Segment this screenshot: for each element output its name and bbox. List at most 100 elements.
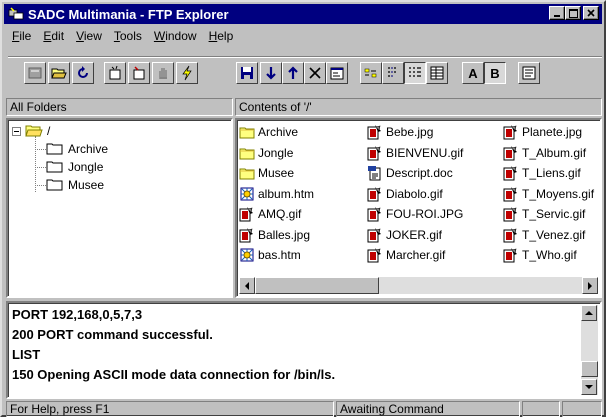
file-item[interactable]: T_Album.gif	[503, 144, 586, 162]
ascii-mode-button[interactable]: A	[462, 62, 484, 84]
tree-item-jongle[interactable]: Jongle	[46, 158, 103, 176]
file-item[interactable]: FOU-ROI.JPG	[367, 205, 463, 223]
file-name: AMQ.gif	[258, 207, 302, 221]
menu-bar: File Edit View Tools Window Help	[6, 27, 239, 45]
menu-edit[interactable]: Edit	[37, 29, 70, 43]
menu-file-rest: ile	[19, 29, 32, 43]
image-file-icon	[503, 124, 522, 140]
file-item[interactable]: T_Who.gif	[503, 246, 577, 264]
download-button[interactable]	[260, 62, 282, 84]
tree-connector	[35, 185, 46, 186]
connect-button[interactable]	[24, 62, 46, 84]
collapse-toggle[interactable]	[12, 126, 21, 136]
small-icons-button[interactable]	[382, 62, 404, 84]
arrow-up-icon	[288, 66, 298, 79]
image-file-icon	[367, 124, 386, 140]
menu-view[interactable]: View	[70, 29, 108, 43]
tree-root[interactable]: /	[12, 122, 50, 140]
title-bar[interactable]: SADC Multimania - FTP Explorer	[4, 4, 602, 24]
binary-mode-button[interactable]: B	[484, 62, 506, 84]
scroll-up-button[interactable]	[581, 305, 597, 321]
tree-item-label: Archive	[68, 142, 109, 156]
file-item[interactable]: Archive	[239, 123, 298, 141]
file-item[interactable]: Marcher.gif	[367, 246, 445, 264]
menu-window[interactable]: Window	[148, 29, 203, 43]
file-item[interactable]: Descript.doc	[367, 164, 453, 182]
large-icons-button[interactable]	[360, 62, 382, 84]
delete-button[interactable]	[304, 62, 326, 84]
horizontal-scrollbar[interactable]	[239, 277, 598, 294]
image-file-icon	[367, 247, 386, 263]
image-file-icon	[367, 206, 386, 222]
lightning-icon	[182, 65, 192, 81]
toolbar-divider	[8, 56, 602, 58]
upload-button[interactable]	[282, 62, 304, 84]
vertical-scrollbar[interactable]	[581, 305, 598, 395]
list-view-button[interactable]	[404, 62, 426, 84]
file-name: Marcher.gif	[386, 248, 446, 262]
file-item[interactable]: BIENVENU.gif	[367, 144, 463, 162]
file-item[interactable]: T_Servic.gif	[503, 205, 585, 223]
document-file-icon	[367, 165, 386, 181]
folder-icon	[46, 143, 63, 155]
menu-tools[interactable]: Tools	[108, 29, 148, 43]
file-item[interactable]: Bebe.jpg	[367, 123, 433, 141]
scroll-left-button[interactable]	[239, 277, 255, 294]
file-name: Diabolo.gif	[386, 186, 443, 201]
folders-header: All Folders	[6, 98, 233, 116]
refresh-button[interactable]	[72, 62, 94, 84]
file-item[interactable]: Jongle	[239, 144, 293, 162]
properties-button[interactable]	[326, 62, 348, 84]
file-item[interactable]: Planete.jpg	[503, 123, 582, 141]
window-title: SADC Multimania - FTP Explorer	[28, 6, 229, 22]
file-item[interactable]: Balles.jpg	[239, 226, 310, 244]
folder-tree[interactable]: / Archive Jongle Musee	[6, 118, 233, 298]
details-view-button[interactable]	[426, 62, 448, 84]
menu-help[interactable]: Help	[203, 29, 240, 43]
file-list[interactable]: Archive Jongle Musee album.htm AMQ.gif Balles…	[235, 118, 602, 298]
file-item[interactable]: bas.htm	[239, 246, 301, 264]
file-item[interactable]: T_Moyens.gif	[503, 185, 594, 203]
list-view-icon	[409, 67, 421, 77]
vertical-scroll-thumb[interactable]	[581, 361, 598, 377]
file-item[interactable]: AMQ.gif	[239, 205, 301, 223]
tree-root-label: /	[47, 124, 51, 138]
file-item[interactable]: Diabolo.gif	[367, 185, 443, 203]
scroll-right-button[interactable]	[582, 277, 598, 294]
log-window-button[interactable]	[518, 62, 540, 84]
maximize-button[interactable]	[565, 6, 581, 20]
command-log[interactable]: PORT 192,168,0,5,7,3 200 PORT command su…	[6, 301, 602, 399]
file-item[interactable]: T_Liens.gif	[503, 164, 581, 182]
open-folder-button[interactable]	[48, 62, 70, 84]
file-item[interactable]: album.htm	[239, 185, 314, 203]
close-button[interactable]	[583, 6, 599, 20]
folder-icon	[239, 165, 258, 181]
file-item[interactable]: T_Venez.gif	[503, 226, 585, 244]
minimize-button[interactable]	[549, 6, 565, 20]
file-item[interactable]: Musee	[239, 164, 294, 182]
tree-connector	[35, 136, 36, 192]
image-file-icon	[503, 247, 522, 263]
file-name: Balles.jpg	[258, 227, 311, 242]
connect-icon	[28, 67, 42, 79]
tree-item-musee[interactable]: Musee	[46, 176, 104, 194]
new-folder-button[interactable]	[104, 62, 126, 84]
horizontal-scroll-thumb[interactable]	[255, 277, 379, 294]
file-name: T_Venez.gif	[522, 227, 586, 242]
image-file-icon	[503, 145, 522, 161]
stop-button[interactable]	[152, 62, 174, 84]
arrow-left-icon	[245, 281, 249, 290]
save-button[interactable]	[236, 62, 258, 84]
scroll-down-button[interactable]	[581, 379, 597, 395]
file-name: JOKER.gif	[386, 227, 443, 242]
arrow-down-icon	[585, 385, 593, 389]
details-view-icon	[430, 66, 444, 80]
delete-folder-button[interactable]	[128, 62, 150, 84]
contents-header: Contents of '/'	[235, 98, 602, 116]
file-item[interactable]: JOKER.gif	[367, 226, 442, 244]
menu-file[interactable]: File	[6, 29, 37, 43]
binary-mode-label: B	[490, 65, 500, 81]
size-grip[interactable]	[562, 401, 602, 417]
quick-connect-button[interactable]	[176, 62, 198, 84]
tree-item-archive[interactable]: Archive	[46, 140, 108, 158]
